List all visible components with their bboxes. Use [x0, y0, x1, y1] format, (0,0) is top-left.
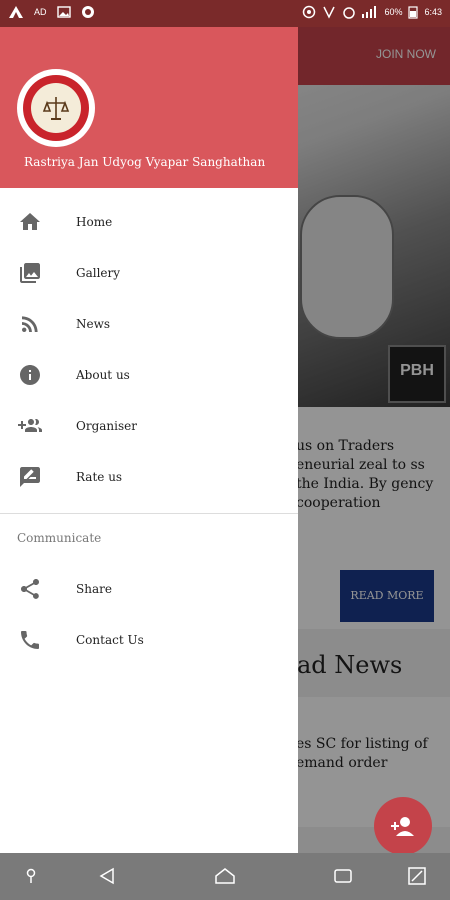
menu-item-label: Home	[76, 215, 113, 229]
menu-item-gallery[interactable]: Gallery	[0, 248, 298, 298]
menu-item-organiser[interactable]: Organiser	[0, 401, 298, 451]
share-icon	[21, 579, 39, 599]
organization-logo	[17, 69, 95, 147]
status-bar: AD 60% 6:43	[0, 0, 450, 27]
assistant-icon	[408, 867, 426, 885]
scale-emblem-icon	[42, 97, 70, 120]
data-icon	[323, 6, 336, 19]
group-add-icon	[18, 419, 42, 432]
rate-icon	[20, 467, 40, 487]
home-nav-icon	[215, 868, 235, 884]
menu-item-about[interactable]: About us	[0, 350, 298, 400]
battery-icon	[408, 6, 419, 19]
menu-divider	[0, 513, 298, 514]
communicate-section-label: Communicate	[17, 531, 102, 545]
drawer-header: Rastriya Jan Udyog Vyapar Sanghathan	[0, 27, 298, 188]
battery-percent: 60%	[384, 7, 403, 17]
info-icon	[20, 365, 40, 385]
menu-item-rate-us[interactable]: Rate us	[0, 452, 298, 502]
organization-name: Rastriya Jan Udyog Vyapar Sanghathan	[24, 155, 266, 169]
back-icon	[99, 867, 114, 885]
person-add-icon	[391, 817, 414, 836]
hotspot-icon	[303, 5, 316, 19]
alarm-icon	[343, 7, 356, 19]
menu-item-label: Rate us	[76, 470, 123, 484]
menu-item-label: Gallery	[76, 266, 121, 280]
menu-item-label: Share	[76, 582, 112, 596]
assistant-button[interactable]	[404, 863, 430, 889]
phone-icon	[21, 631, 39, 649]
status-ad-text: AD	[34, 7, 47, 17]
menu-item-share[interactable]: Share	[0, 564, 298, 614]
gallery-icon	[20, 263, 40, 283]
add-person-fab[interactable]	[374, 797, 432, 855]
menu-item-label: News	[76, 317, 111, 331]
menu-item-home[interactable]: Home	[0, 197, 298, 247]
menu-item-label: Contact Us	[76, 633, 144, 647]
menu-item-contact-us[interactable]: Contact Us	[0, 615, 298, 665]
pin-button[interactable]	[18, 863, 44, 889]
home-nav-button[interactable]	[212, 863, 238, 889]
navigation-drawer: Rastriya Jan Udyog Vyapar Sanghathan Hom…	[0, 27, 298, 853]
image-icon	[56, 6, 71, 18]
app-a-icon	[9, 6, 23, 18]
circle-icon	[81, 6, 94, 18]
signal-icon	[362, 6, 377, 18]
home-icon	[20, 213, 40, 230]
rss-icon	[22, 316, 38, 332]
status-time: 6:43	[424, 7, 442, 17]
menu-item-label: About us	[76, 368, 130, 382]
recents-icon	[334, 869, 352, 883]
system-navigation-bar	[0, 853, 450, 900]
back-button[interactable]	[94, 863, 120, 889]
recents-button[interactable]	[330, 863, 356, 889]
menu-item-label: Organiser	[76, 419, 137, 433]
pin-icon	[26, 868, 36, 883]
menu-item-news[interactable]: News	[0, 299, 298, 349]
